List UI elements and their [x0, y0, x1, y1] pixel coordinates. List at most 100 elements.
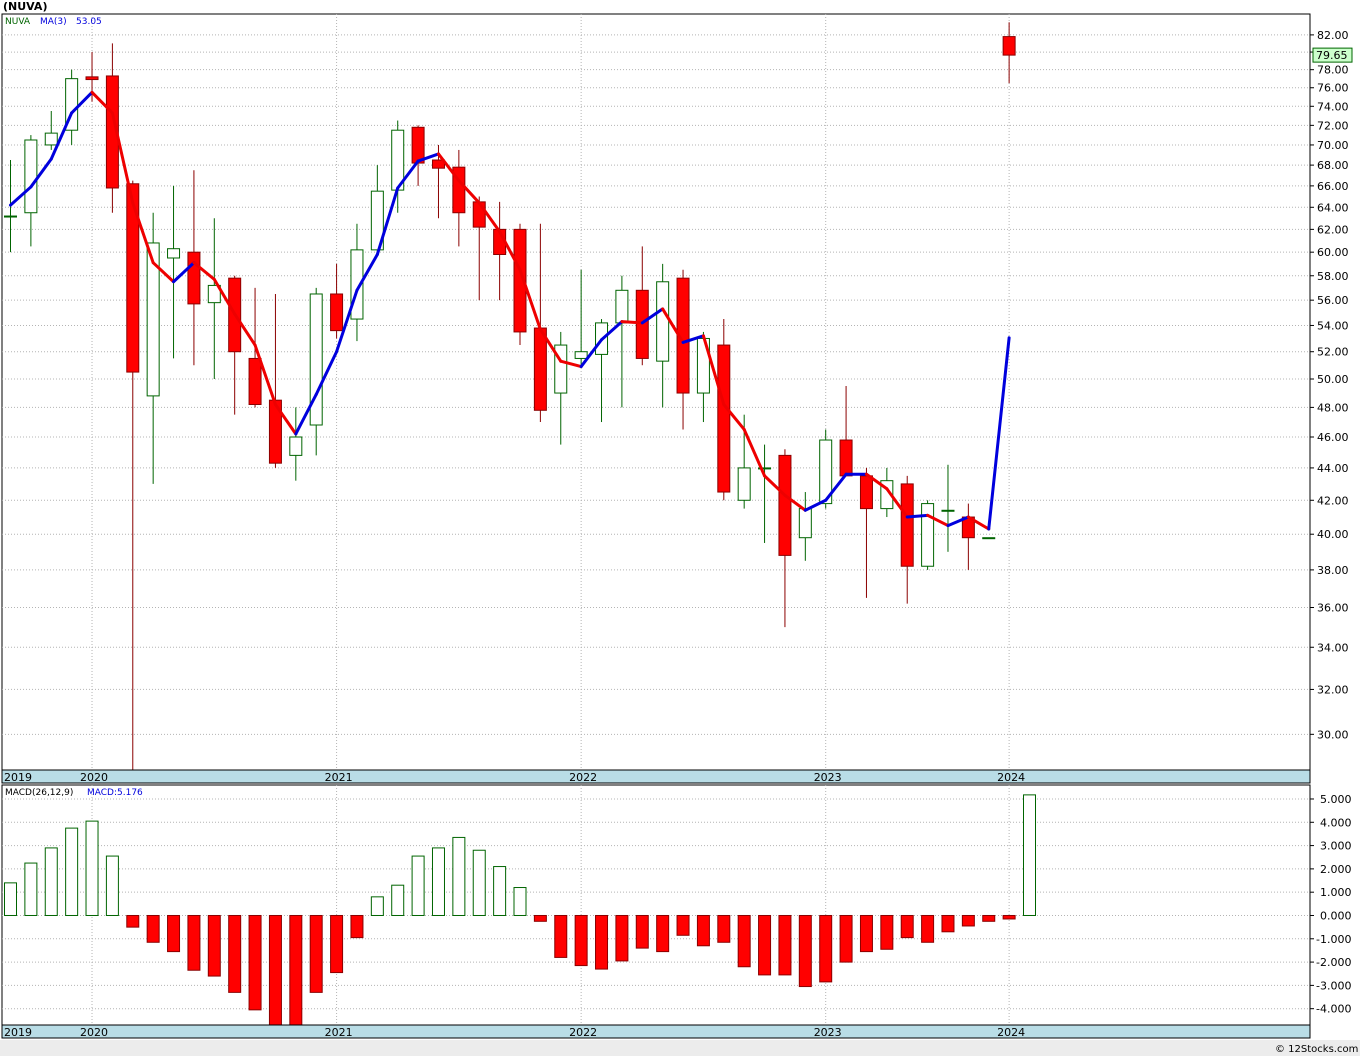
price-y-tick-label: 70.00: [1317, 139, 1349, 152]
price-y-tick-label: 42.00: [1317, 494, 1349, 507]
macd-bar-negative: [167, 914, 181, 953]
candle-body-down: [533, 327, 547, 411]
price-y-tick-label: 34.00: [1317, 641, 1349, 654]
price-y-tick-label: 46.00: [1317, 431, 1349, 444]
candle-body-up: [982, 537, 996, 540]
price-year-label: 2020: [80, 771, 108, 784]
macd-bar-negative: [819, 914, 833, 983]
price-y-tick-label: 32.00: [1317, 683, 1349, 696]
candle-body-up: [921, 503, 935, 567]
price-y-tick-label: 38.00: [1317, 564, 1349, 577]
macd-year-label: 2020: [80, 1026, 108, 1039]
price-y-tick-label: 50.00: [1317, 373, 1349, 386]
candle-body-up: [615, 289, 629, 324]
macd-bar-negative: [1002, 914, 1016, 920]
candle-body-down: [859, 475, 873, 510]
macd-year-label: 2019: [4, 1026, 32, 1039]
macd-bar-positive: [65, 827, 79, 916]
macd-bar-positive: [513, 887, 527, 916]
price-y-tick-label: 44.00: [1317, 462, 1349, 475]
candle-body-up: [289, 436, 303, 456]
ma3-segment: [905, 513, 930, 519]
macd-bar-negative: [309, 914, 323, 993]
price-y-tick-label: 58.00: [1317, 270, 1349, 283]
price-plot-frame: [1, 13, 1311, 771]
price-y-axis: 82.0080.0078.0076.0074.0072.0070.0068.00…: [1310, 29, 1349, 741]
macd-bar-negative: [574, 914, 588, 967]
macd-plot-frame: [1, 784, 1311, 1026]
macd-bar-negative: [248, 914, 262, 1011]
macd-y-tick-label: 3.000: [1320, 840, 1352, 853]
candle-body-up: [737, 467, 751, 501]
macd-bar-negative: [859, 914, 873, 953]
legend-nuva: NUVA: [5, 17, 31, 27]
macd-year-label: 2023: [814, 1026, 842, 1039]
price-y-tick-label: 82.00: [1317, 29, 1349, 42]
price-year-label: 2022: [569, 771, 597, 784]
macd-bar-negative: [696, 914, 710, 947]
macd-bar-negative: [798, 914, 812, 988]
macd-bar-negative: [635, 914, 649, 949]
macd-bar-positive: [493, 866, 507, 916]
macd-bar-negative: [737, 914, 751, 968]
candle-body-down: [839, 439, 853, 477]
price-y-tick-label: 78.00: [1317, 64, 1349, 77]
footer-band: [0, 1040, 1360, 1056]
macd-bar-negative: [146, 914, 160, 943]
macd-bar-negative: [656, 914, 670, 953]
macd-y-tick-label: 0.000: [1320, 909, 1352, 922]
candle: [982, 537, 996, 540]
candle-body-down: [411, 126, 425, 164]
macd-x-axis-band: [1, 1024, 1311, 1039]
macd-y-tick-label: 5.000: [1320, 793, 1352, 806]
price-y-tick-label: 56.00: [1317, 294, 1349, 307]
macd-bar-positive: [4, 882, 17, 916]
price-y-tick-label: 54.00: [1317, 319, 1349, 332]
legend-ma3: MA(3): [40, 17, 67, 27]
price-legend: NUVA MA(3) 53.05: [5, 17, 102, 27]
macd-bar-positive: [105, 855, 119, 916]
last-price-label: 79.65: [1316, 49, 1348, 62]
macd-year-label: 2021: [325, 1026, 353, 1039]
price-year-label: 2023: [814, 771, 842, 784]
price-x-axis-band: [1, 769, 1311, 784]
macd-bar-negative: [615, 914, 629, 962]
macd-bar-negative: [533, 914, 547, 922]
macd-y-tick-label: 4.000: [1320, 816, 1352, 829]
candle-body-down: [248, 357, 262, 405]
price-year-label: 2024: [997, 771, 1025, 784]
macd-bar-positive: [1023, 794, 1036, 916]
macd-panel: 5.000 4.000 3.000 2.000 1.000 0.000 -1.000 -2.0…: [1, 784, 1352, 1039]
candle-body-down: [1002, 36, 1016, 56]
candle-body-down: [778, 454, 792, 556]
price-y-tick-label: 48.00: [1317, 401, 1349, 414]
macd-bar-negative: [900, 914, 914, 939]
price-y-tick-label: 66.00: [1317, 180, 1349, 193]
macd-bar-positive: [370, 896, 384, 916]
legend-ma3-value: 53.05: [76, 17, 102, 27]
price-y-tick-label: 68.00: [1317, 159, 1349, 172]
candle-body-up: [574, 351, 588, 359]
legend-macd: MACD(26,12,9): [5, 788, 73, 798]
candle-body-down: [900, 483, 914, 567]
macd-bar-negative: [187, 914, 201, 971]
macd-bar-negative: [758, 914, 772, 976]
macd-y-axis: 5.000 4.000 3.000 2.000 1.000 0.000 -1.000 -2.0…: [1310, 793, 1352, 1016]
macd-bar-negative: [982, 914, 996, 922]
candle-body-up: [798, 508, 812, 539]
macd-bar-negative: [921, 914, 935, 943]
macd-bar-negative: [676, 914, 690, 936]
macd-y-tick-label: 2.000: [1320, 863, 1352, 876]
candle-body-up: [4, 215, 17, 218]
macd-bar-positive: [24, 862, 38, 916]
price-y-tick-label: 74.00: [1317, 100, 1349, 113]
macd-y-tick-label: -3.000: [1316, 979, 1351, 992]
candle-body-down: [187, 251, 201, 305]
macd-bar-negative: [554, 914, 568, 958]
candle-body-up: [941, 509, 955, 512]
price-year-label: 2019: [4, 771, 32, 784]
price-y-tick-label: 76.00: [1317, 82, 1349, 95]
price-y-tick-label: 62.00: [1317, 223, 1349, 236]
last-price-tag: 79.65: [1312, 47, 1353, 63]
macd-bar-positive: [452, 836, 466, 916]
